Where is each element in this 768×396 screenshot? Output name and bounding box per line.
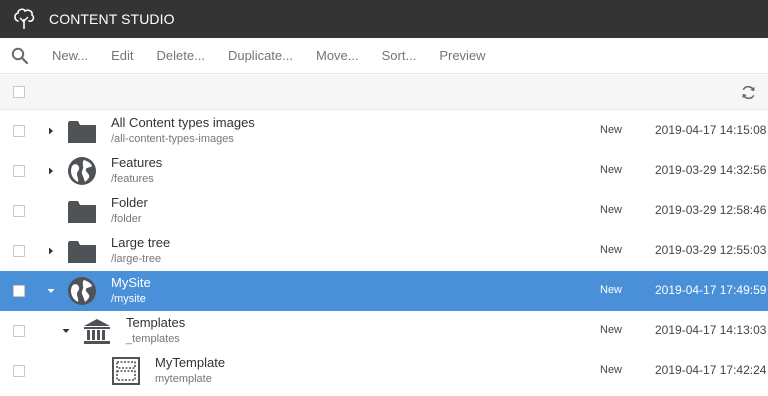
search-icon[interactable]	[11, 47, 29, 65]
row-checkbox[interactable]	[13, 245, 25, 257]
row-name-block: All Content types images/all-content-typ…	[111, 115, 255, 147]
collapse-toggle-icon[interactable]	[46, 286, 56, 296]
tree-row[interactable]: Large tree/large-tree New 2019-03-29 12:55…	[0, 231, 768, 271]
page-template-icon	[111, 356, 141, 386]
row-path: /mysite	[111, 293, 146, 305]
tree-row[interactable]: MySite/mysite New 2019-04-17 17:49:59	[0, 271, 768, 311]
row-display-name: MySite	[111, 275, 151, 290]
folder-icon	[67, 236, 97, 266]
delete-button[interactable]: Delete...	[157, 48, 205, 63]
globe-icon	[67, 276, 97, 306]
row-name-block: MyTemplate mytemplate	[155, 355, 225, 387]
row-display-name: Features	[111, 155, 163, 170]
expand-toggle-icon[interactable]	[46, 166, 56, 176]
row-checkbox[interactable]	[13, 285, 25, 297]
folder-icon	[67, 196, 97, 226]
expand-toggle-icon[interactable]	[46, 246, 56, 256]
selection-bar	[0, 75, 768, 110]
row-status: New	[600, 284, 623, 296]
expand-toggle-icon[interactable]	[46, 126, 56, 136]
duplicate-button[interactable]: Duplicate...	[228, 48, 293, 63]
tree-row[interactable]: All Content types images/all-content-typ…	[0, 111, 768, 151]
templates-icon	[82, 316, 112, 346]
app-title: CONTENT STUDIO	[49, 11, 175, 27]
row-status: New	[600, 164, 623, 176]
row-status: New	[600, 364, 623, 376]
row-name-block: Large tree/large-tree	[111, 235, 170, 267]
row-display-name: Large tree	[111, 235, 171, 250]
row-modified-time: 2019-03-29 14:32:56	[655, 163, 767, 177]
row-modified-time: 2019-04-17 17:42:24	[655, 363, 767, 377]
row-path: /features	[111, 173, 154, 185]
move-button[interactable]: Move...	[316, 48, 359, 63]
row-checkbox[interactable]	[13, 165, 25, 177]
row-display-name: Folder	[111, 195, 148, 210]
row-status: New	[600, 124, 623, 136]
edit-button[interactable]: Edit	[111, 48, 133, 63]
folder-icon	[67, 116, 97, 146]
row-display-name: Templates	[126, 315, 186, 330]
row-modified-time: 2019-03-29 12:58:46	[655, 203, 767, 217]
row-name-block: Templates _templates	[126, 315, 185, 347]
refresh-icon[interactable]	[740, 84, 757, 101]
row-name-block: Folder/folder	[111, 195, 148, 227]
row-checkbox[interactable]	[13, 325, 25, 337]
globe-icon	[67, 156, 97, 186]
row-checkbox[interactable]	[13, 205, 25, 217]
row-path: _templates	[126, 333, 180, 345]
row-status: New	[600, 204, 623, 216]
row-status: New	[600, 244, 623, 256]
row-status: New	[600, 324, 623, 336]
row-name-block: Features/features	[111, 155, 162, 187]
content-tree-grid: All Content types images/all-content-typ…	[0, 111, 768, 391]
sort-button[interactable]: Sort...	[382, 48, 417, 63]
toolbar: New... Edit Delete... Duplicate... Move.…	[0, 38, 768, 74]
row-display-name: All Content types images	[111, 115, 255, 130]
app-header: CONTENT STUDIO	[0, 0, 768, 38]
row-modified-time: 2019-04-17 14:15:08	[655, 123, 767, 137]
row-path: /all-content-types-images	[111, 133, 234, 145]
row-checkbox[interactable]	[13, 365, 25, 377]
row-name-block: MySite/mysite	[111, 275, 151, 307]
row-path: /large-tree	[111, 253, 162, 265]
tree-row[interactable]: MyTemplate mytemplate New 2019-04-17 17:42:…	[0, 351, 768, 391]
collapse-toggle-icon[interactable]	[61, 326, 71, 336]
row-modified-time: 2019-04-17 14:13:03	[655, 323, 767, 337]
row-path: /folder	[111, 213, 142, 225]
new-button[interactable]: New...	[52, 48, 88, 63]
row-modified-time: 2019-04-17 17:49:59	[655, 283, 767, 297]
row-checkbox[interactable]	[13, 125, 25, 137]
tree-row[interactable]: Templates _templates New 2019-04-17 14:13:0…	[0, 311, 768, 351]
preview-button[interactable]: Preview	[439, 48, 485, 63]
select-all-checkbox[interactable]	[13, 86, 25, 98]
row-path: mytemplate	[155, 373, 212, 385]
tree-row[interactable]: Features/features New 2019-03-29 14:32:56	[0, 151, 768, 191]
row-display-name: MyTemplate	[155, 355, 226, 370]
tree-row[interactable]: Folder/folder New 2019-03-29 12:58:46	[0, 191, 768, 231]
tree-logo-icon[interactable]	[12, 7, 36, 31]
row-modified-time: 2019-03-29 12:55:03	[655, 243, 767, 257]
